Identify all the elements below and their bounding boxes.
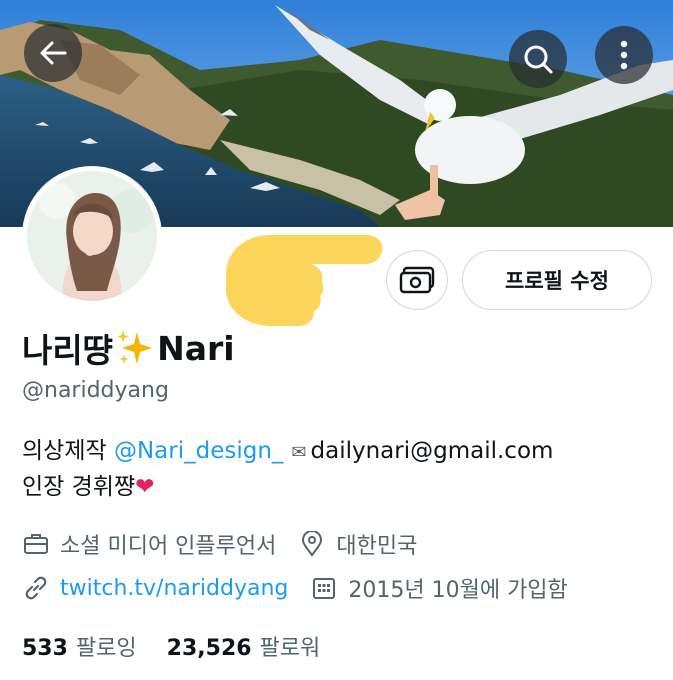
profile-meta-row-1: 소셜 미디어 인플루언서 대한민국 [22, 527, 417, 561]
mention-link[interactable]: @Nari_design_ [114, 438, 283, 464]
more-vertical-icon [620, 40, 628, 70]
display-name-suffix: Nari [157, 328, 235, 368]
bio-line-2: 인장 경휘쨩❤ [22, 470, 553, 504]
bio-line-1: 의상제작 @Nari_design_ ✉ dailynari@gmail.com [22, 434, 553, 470]
money-icon [399, 266, 435, 294]
followers-count: 23,526 [166, 636, 252, 661]
follow-stats: 533 팔로잉 23,526 팔로워 [22, 630, 320, 662]
followers-stat[interactable]: 23,526 팔로워 [167, 630, 321, 662]
money-button[interactable] [386, 250, 448, 310]
bio-text: 의상제작 [22, 438, 114, 464]
join-date: 2015년 10월에 가입함 [348, 578, 568, 603]
avatar-photo [27, 171, 157, 301]
calendar-icon [310, 574, 338, 602]
search-icon [524, 45, 553, 74]
following-label: 팔로잉 [75, 636, 137, 661]
avatar[interactable] [22, 166, 162, 306]
back-button[interactable] [24, 24, 82, 82]
link-icon [22, 574, 50, 602]
professional-category: 소셜 미디어 인플루언서 [60, 534, 277, 559]
sparkles-icon [115, 328, 155, 368]
email-text: dailynari@gmail.com [310, 438, 554, 464]
location-text: 대한민국 [336, 534, 418, 559]
heart-icon: ❤ [135, 474, 155, 500]
username-handle: @nariddyang [22, 378, 169, 403]
edit-profile-button[interactable]: 프로필 수정 [462, 250, 652, 310]
briefcase-icon [22, 530, 50, 558]
location-pin-icon [298, 530, 326, 558]
followers-label: 팔로워 [259, 636, 321, 661]
display-name: 나리땽 Nari [22, 324, 235, 372]
arrow-left-icon [40, 41, 67, 65]
following-stat[interactable]: 533 팔로잉 [22, 630, 137, 662]
website-link[interactable]: twitch.tv/nariddyang [60, 576, 288, 601]
profile-meta-row-2: twitch.tv/nariddyang 2015년 10월에 가입함 [22, 571, 568, 605]
envelope-icon: ✉ [291, 442, 307, 463]
bio-text-2: 인장 경휘쨩 [22, 474, 136, 500]
display-name-prefix: 나리땽 [22, 331, 114, 370]
pointing-hand-icon [216, 220, 386, 339]
following-count: 533 [22, 636, 68, 661]
profile-bio: 의상제작 @Nari_design_ ✉ dailynari@gmail.com 인… [22, 434, 553, 504]
more-options-button[interactable] [595, 26, 653, 84]
search-button[interactable] [509, 30, 567, 88]
